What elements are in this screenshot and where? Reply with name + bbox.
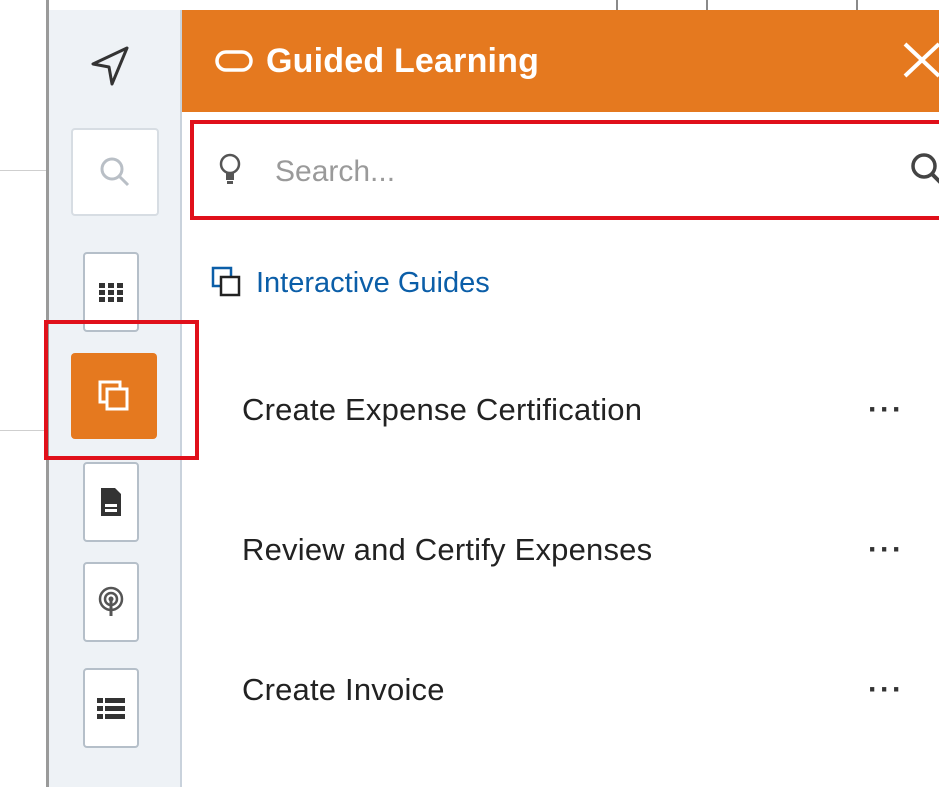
search-button[interactable] (71, 128, 159, 216)
section-interactive-guides[interactable]: Interactive Guides (210, 265, 490, 301)
more-options-button[interactable]: ··· (868, 533, 904, 567)
more-options-button[interactable]: ··· (868, 673, 904, 707)
guide-label: Create Invoice (242, 672, 445, 707)
guide-item[interactable]: Create Invoice ··· (182, 625, 939, 755)
guide-item[interactable]: Review and Certify Expenses ··· (182, 485, 939, 615)
panel-title: Guided Learning (266, 41, 540, 80)
guide-label: Create Expense Certification (242, 392, 643, 427)
broadcast-button[interactable] (83, 562, 139, 642)
more-options-button[interactable]: ··· (868, 393, 904, 427)
search-highlight (190, 120, 939, 220)
broadcast-icon (98, 586, 124, 616)
close-button[interactable] (899, 34, 939, 84)
guide-item[interactable]: Create Expense Certification ··· (182, 345, 939, 475)
guide-label: Review and Certify Expenses (242, 532, 653, 567)
document-button[interactable] (83, 462, 139, 542)
close-icon (903, 42, 939, 78)
divider (856, 0, 858, 10)
grid-icon (99, 283, 123, 302)
guides-button-highlight (44, 320, 199, 460)
divider (0, 430, 46, 431)
list-icon (97, 698, 125, 719)
divider (706, 0, 708, 10)
search-icon (100, 157, 130, 187)
panel-icon (215, 50, 253, 72)
navigate-icon[interactable] (85, 40, 135, 90)
list-button[interactable] (83, 668, 139, 748)
section-label: Interactive Guides (256, 266, 490, 299)
divider (0, 170, 46, 171)
header-title-group: Guided Learning (214, 42, 539, 81)
panel-header: Guided Learning (182, 10, 939, 112)
guides-icon (211, 266, 241, 297)
divider (616, 0, 618, 10)
document-icon (101, 488, 121, 516)
